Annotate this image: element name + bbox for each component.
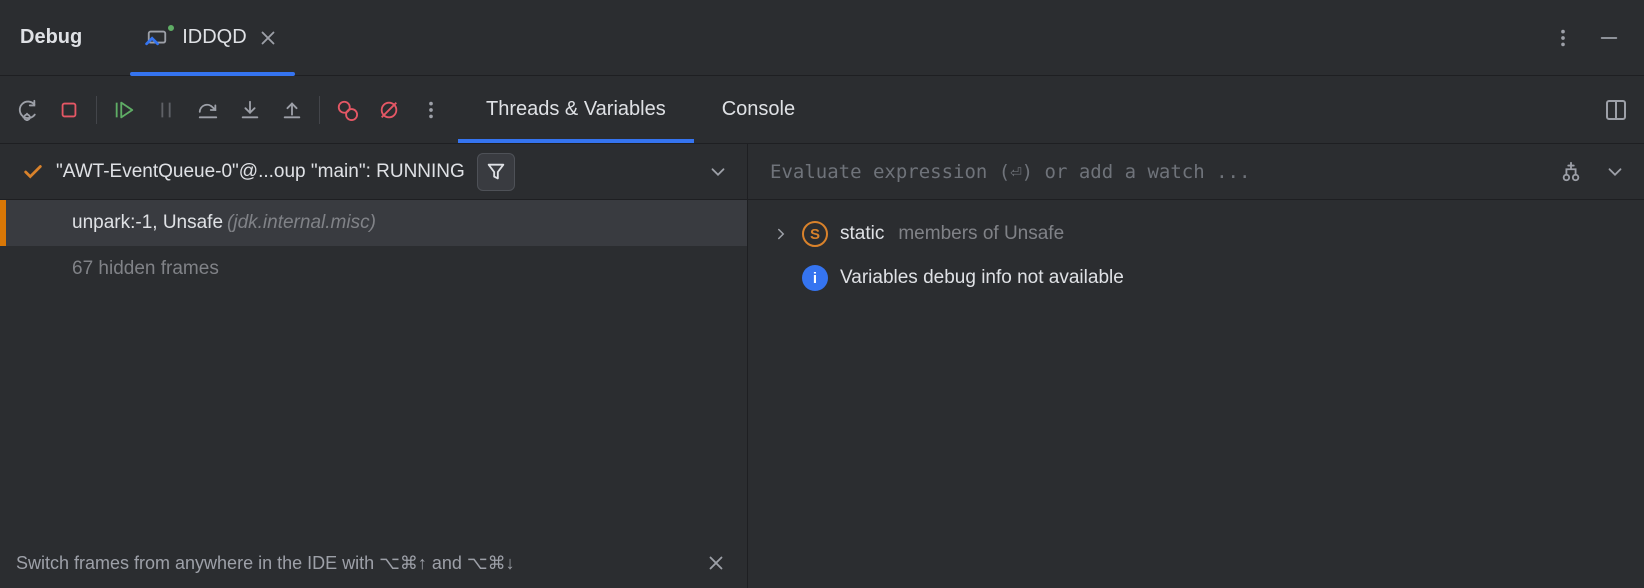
pause-icon[interactable] — [155, 99, 177, 121]
frames-list[interactable]: unpark:-1, Unsafe (jdk.internal.misc) 67… — [0, 200, 747, 538]
step-into-icon[interactable] — [239, 99, 261, 121]
view-breakpoints-icon[interactable] — [336, 99, 358, 121]
frames-hint-bar: Switch frames from anywhere in the IDE w… — [0, 538, 747, 588]
debug-tool-window-header: Debug IDDQD — [0, 0, 1644, 76]
content-tabs: Threads & Variables Console — [458, 76, 823, 143]
tab-console[interactable]: Console — [694, 76, 823, 143]
info-message: Variables debug info not available — [840, 267, 1124, 289]
filter-frames-icon[interactable] — [477, 153, 515, 191]
thread-dropdown-icon[interactable] — [707, 161, 729, 183]
run-configuration-icon — [146, 27, 172, 49]
tool-window-title: Debug — [20, 26, 82, 49]
frame-row-selected[interactable]: unpark:-1, Unsafe (jdk.internal.misc) — [0, 200, 747, 246]
more-actions-icon[interactable] — [420, 99, 442, 121]
static-suffix: members of Unsafe — [898, 223, 1064, 245]
mute-breakpoints-icon[interactable] — [378, 99, 400, 121]
step-out-icon[interactable] — [281, 99, 303, 121]
close-tab-icon[interactable] — [257, 27, 279, 49]
stop-icon[interactable] — [58, 99, 80, 121]
variables-list[interactable]: S static members of Unsafe i Variables d… — [748, 200, 1644, 300]
current-thread-label[interactable]: "AWT-EventQueue-0"@...oup "main": RUNNIN… — [56, 161, 465, 183]
debug-toolbar: Threads & Variables Console — [0, 76, 1644, 144]
hide-tool-window-icon[interactable] — [1598, 27, 1620, 49]
variables-pane: Evaluate expression (⏎) or add a watch .… — [748, 144, 1644, 588]
static-label: static — [840, 223, 884, 245]
close-hint-icon[interactable] — [705, 552, 727, 574]
watch-dropdown-icon[interactable] — [1604, 161, 1626, 183]
run-config-tab[interactable]: IDDQD — [130, 0, 294, 75]
variable-row-static[interactable]: S static members of Unsafe — [748, 212, 1644, 256]
static-badge-icon: S — [802, 221, 828, 247]
thread-running-check-icon — [22, 161, 44, 183]
frames-pane: "AWT-EventQueue-0"@...oup "main": RUNNIN… — [0, 144, 748, 588]
frame-package: (jdk.internal.misc) — [227, 212, 376, 234]
info-badge-icon: i — [802, 265, 828, 291]
resume-icon[interactable] — [113, 99, 135, 121]
separator — [319, 96, 320, 124]
expand-icon[interactable] — [772, 223, 790, 245]
add-watch-icon[interactable] — [1560, 161, 1582, 183]
run-config-name: IDDQD — [182, 26, 246, 49]
rerun-icon[interactable] — [16, 99, 38, 121]
more-options-icon[interactable] — [1552, 27, 1574, 49]
frame-label: unpark:-1, Unsafe — [72, 212, 223, 234]
hidden-frames-row[interactable]: 67 hidden frames — [0, 246, 747, 292]
separator — [96, 96, 97, 124]
evaluate-expression-input[interactable]: Evaluate expression (⏎) or add a watch .… — [770, 161, 1546, 183]
step-over-icon[interactable] — [197, 99, 219, 121]
layout-settings-icon[interactable] — [1604, 98, 1628, 122]
tab-threads-variables[interactable]: Threads & Variables — [458, 76, 694, 143]
hint-text: Switch frames from anywhere in the IDE w… — [16, 553, 515, 574]
hidden-frames-label: 67 hidden frames — [72, 258, 219, 280]
variable-row-info: i Variables debug info not available — [748, 256, 1644, 300]
